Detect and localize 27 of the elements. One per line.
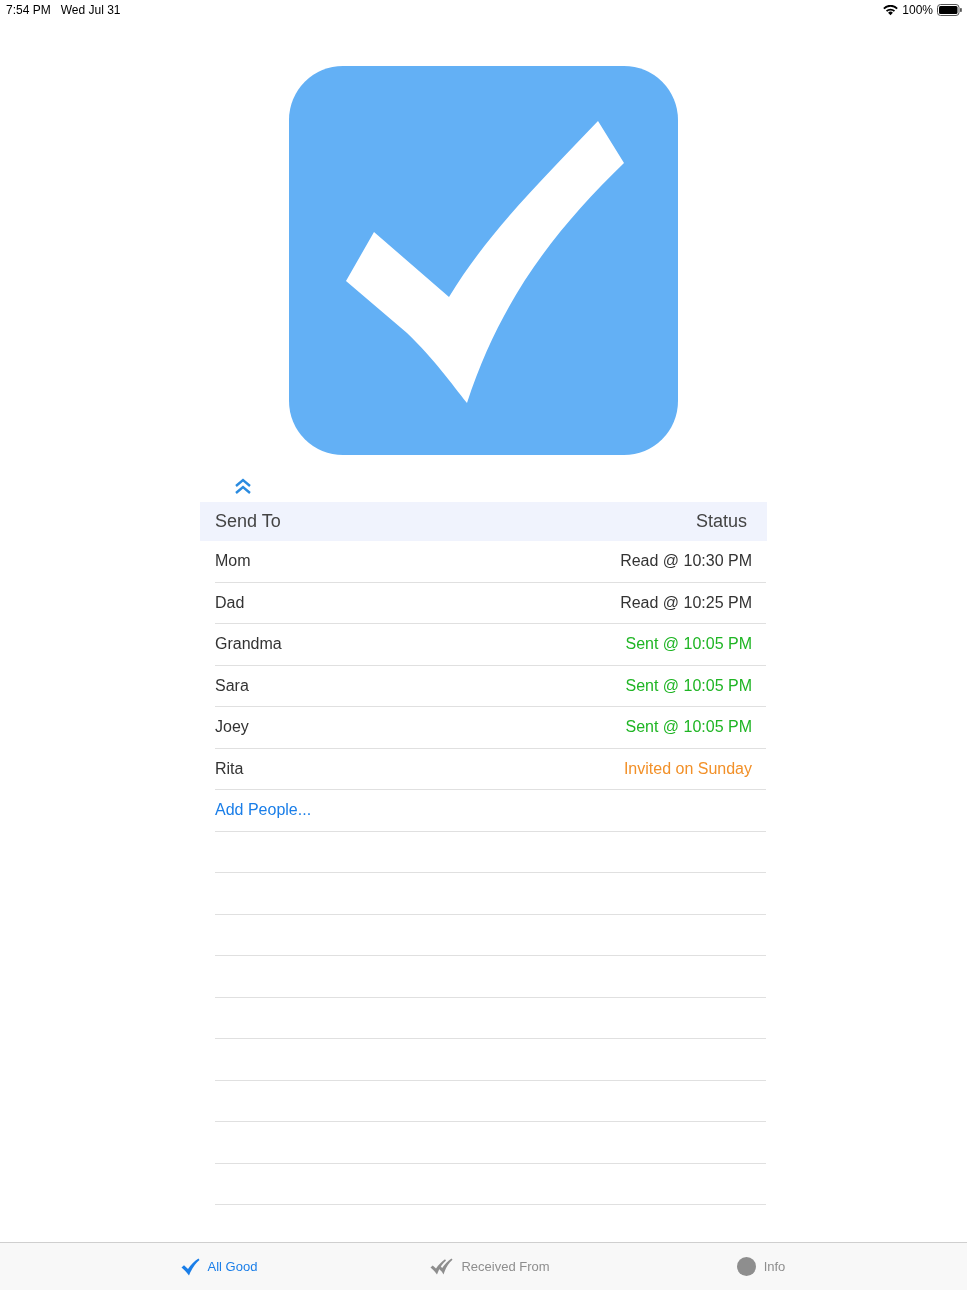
contact-name: Sara	[215, 676, 249, 695]
contact-name: Grandma	[215, 635, 282, 654]
column-header: Send To	[215, 511, 281, 532]
tab[interactable]: Received From	[430, 1258, 550, 1275]
status-text: Sent @ 10:05 PM	[625, 718, 752, 737]
status-text: Sent @ 10:05 PM	[625, 635, 752, 654]
tab[interactable]: Info	[736, 1257, 786, 1276]
contact-name: Joey	[215, 718, 249, 737]
status-text: Read @ 10:30 PM	[620, 552, 752, 571]
double-chevron-up-icon[interactable]	[234, 478, 252, 494]
add-people-link[interactable]: Add People...	[215, 801, 312, 820]
status-date: Wed Jul 31	[60, 3, 121, 17]
double-checkmark-icon	[430, 1258, 454, 1275]
checkmark-icon	[180, 1257, 200, 1276]
contact-name: Rita	[215, 759, 244, 778]
status-text: Sent @ 10:05 PM	[625, 676, 752, 695]
tab[interactable]: All Good	[180, 1257, 258, 1276]
status-text: Read @ 10:25 PM	[620, 593, 752, 612]
battery-icon	[937, 4, 962, 16]
contact-name: Mom	[215, 552, 251, 571]
contact-name: Dad	[215, 593, 245, 612]
wifi-icon	[883, 4, 899, 16]
battery-percentage: 100%	[902, 3, 933, 17]
column-header: Status	[695, 511, 747, 532]
circle-icon	[736, 1257, 756, 1276]
status-text: Invited on Sunday	[623, 759, 752, 778]
status-time: 7:54 PM	[6, 3, 51, 17]
